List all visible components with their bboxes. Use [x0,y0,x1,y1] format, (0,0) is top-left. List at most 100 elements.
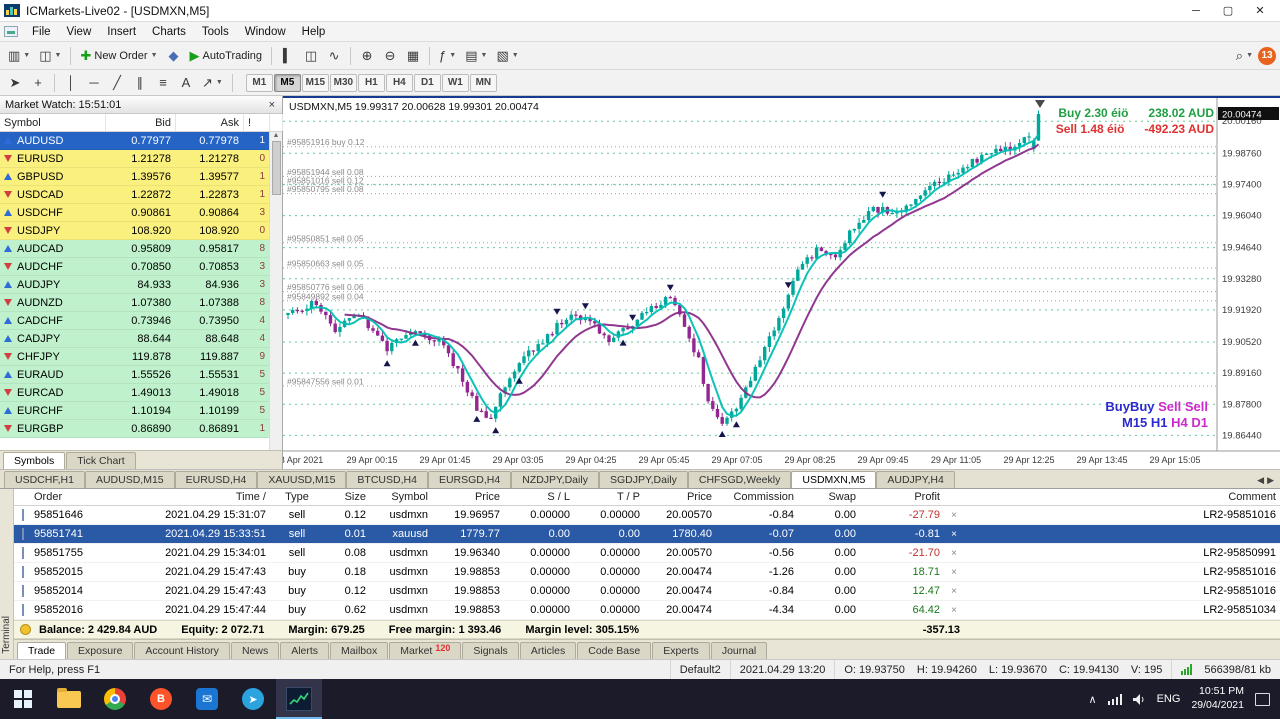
timeframe-button-m30[interactable]: M30 [330,74,357,92]
crosshair-icon[interactable]: + [27,72,49,94]
market-watch-row-audcad[interactable]: AUDCAD0.958090.958178 [0,240,269,258]
timeframe-button-w1[interactable]: W1 [442,74,469,92]
terminal-tab-market[interactable]: Market120 [389,642,461,659]
market-watch-row-eurchf[interactable]: EURCHF1.101941.101995 [0,402,269,420]
terminal-col-tp[interactable]: T / P [574,491,644,503]
chart-tab[interactable]: USDCHF,H1 [4,471,85,488]
restore-icon[interactable]: ▢ [1212,1,1244,21]
terminal-tab-experts[interactable]: Experts [652,642,710,659]
chart-candles-icon[interactable]: ◫ [300,45,322,67]
terminal-tab-signals[interactable]: Signals [462,642,518,659]
chart-window-icon[interactable] [4,26,18,37]
chart-bars-icon[interactable]: ▍ [277,45,299,67]
chart-window[interactable]: 20.0016019.9876019.9740019.9604019.94640… [283,96,1280,469]
close-order-icon[interactable]: × [944,510,964,521]
close-order-icon[interactable]: × [944,529,964,540]
timeframe-button-mn[interactable]: MN [470,74,497,92]
chart-tab[interactable]: EURSGD,H4 [428,471,511,488]
templates-icon[interactable]: ▧▼ [492,45,522,67]
market-watch-row-eurgbp[interactable]: EURGBP0.868900.868911 [0,420,269,438]
menu-item-view[interactable]: View [59,22,100,41]
terminal-tab-journal[interactable]: Journal [711,642,767,659]
timeframe-button-h1[interactable]: H1 [358,74,385,92]
arrow-objects-icon[interactable]: ↗▼ [198,72,227,94]
terminal-col-sl[interactable]: S / L [504,491,574,503]
notifications-badge[interactable]: 13 [1258,47,1276,65]
mail-button[interactable]: ✉ [184,679,230,719]
tabs-scroll-right-icon[interactable]: ▶ [1267,475,1274,486]
market-watch-row-eurcad[interactable]: EURCAD1.490131.490185 [0,384,269,402]
start-button[interactable] [0,679,46,719]
minimize-icon[interactable]: ─ [1180,1,1212,21]
order-row[interactable]: 958520142021.04.29 15:47:43buy0.12usdmxn… [14,582,1280,601]
order-row[interactable]: 958517412021.04.29 15:33:51sell0.01xauus… [14,525,1280,544]
menu-item-window[interactable]: Window [237,22,294,41]
terminal-col-comment[interactable]: Comment [964,491,1280,503]
mw-col-spread[interactable]: ! [244,114,270,131]
chart-tab[interactable]: AUDJPY,H4 [876,471,954,488]
close-icon[interactable]: ✕ [1244,1,1276,21]
new-order-button[interactable]: ✚New Order▼ [76,45,161,67]
brave-button[interactable]: B [138,679,184,719]
order-row[interactable]: 958516462021.04.29 15:31:07sell0.12usdmx… [14,506,1280,525]
periods-icon[interactable]: ▤▼ [461,45,491,67]
market-watch-row-audnzd[interactable]: AUDNZD1.073801.073888 [0,294,269,312]
market-watch-row-usdcad[interactable]: USDCAD1.228721.228731 [0,186,269,204]
market-watch-row-audchf[interactable]: AUDCHF0.708500.708533 [0,258,269,276]
terminal-tab-trade[interactable]: Trade [17,642,66,659]
terminal-col-symbol[interactable]: Symbol [370,491,432,503]
chart-tab[interactable]: BTCUSD,H4 [346,471,428,488]
market-watch-tab-tick-chart[interactable]: Tick Chart [66,452,135,469]
market-watch-row-usdjpy[interactable]: USDJPY108.920108.9200 [0,222,269,240]
terminal-col-swap[interactable]: Swap [798,491,860,503]
terminal-col-order[interactable]: Order [30,491,122,503]
network-icon[interactable] [1108,694,1122,705]
terminal-tab-news[interactable]: News [231,642,279,659]
timeframe-button-m5[interactable]: M5 [274,74,301,92]
market-watch-tab-symbols[interactable]: Symbols [3,452,65,469]
market-watch-row-audusd[interactable]: AUDUSD0.779770.779781 [0,132,269,150]
mw-col-symbol[interactable]: Symbol [0,114,106,131]
indicators-icon[interactable]: ƒ▼ [435,45,460,67]
file-explorer-button[interactable] [46,679,92,719]
autotrading-button[interactable]: ▶AutoTrading [186,45,267,67]
market-watch-row-usdchf[interactable]: USDCHF0.908610.908643 [0,204,269,222]
market-watch-row-gbpusd[interactable]: GBPUSD1.395761.395771 [0,168,269,186]
menu-item-insert[interactable]: Insert [99,22,144,41]
market-watch-close-icon[interactable]: × [267,99,277,111]
market-watch-row-audjpy[interactable]: AUDJPY84.93384.9363 [0,276,269,294]
channel-icon[interactable]: ∥ [129,72,151,94]
timeframe-button-m15[interactable]: M15 [302,74,329,92]
scroll-up-icon[interactable]: ▲ [273,132,280,139]
terminal-tab-code-base[interactable]: Code Base [577,642,651,659]
volume-icon[interactable] [1133,694,1146,705]
telegram-button[interactable]: ➤ [230,679,276,719]
chart-line-icon[interactable]: ∿ [323,45,345,67]
market-watch-row-eurusd[interactable]: EURUSD1.212781.212780 [0,150,269,168]
tabs-scroll-left-icon[interactable]: ◀ [1257,475,1264,486]
tray-chevron-icon[interactable]: ∧ [1089,693,1097,706]
timeframe-button-d1[interactable]: D1 [414,74,441,92]
zoom-in-icon[interactable]: ⊕ [356,45,378,67]
language-indicator[interactable]: ENG [1157,693,1181,705]
trendline-icon[interactable]: ╱ [106,72,128,94]
chrome-button[interactable] [92,679,138,719]
market-watch-row-euraud[interactable]: EURAUD1.555261.555315 [0,366,269,384]
search-icon[interactable]: ⌕▼ [1232,45,1257,67]
scrollbar-thumb[interactable] [272,141,281,195]
status-profile[interactable]: Default2 [671,660,731,679]
terminal-tab-mailbox[interactable]: Mailbox [330,642,388,659]
market-watch-scrollbar[interactable]: ▲ [269,132,282,450]
chart-tab[interactable]: SGDJPY,Daily [599,471,688,488]
chart-tab[interactable]: CHFSGD,Weekly [688,471,791,488]
zoom-out-icon[interactable]: ⊖ [379,45,401,67]
order-row[interactable]: 958517552021.04.29 15:34:01sell0.08usdmx… [14,544,1280,563]
close-order-icon[interactable]: × [944,605,964,616]
close-order-icon[interactable]: × [944,567,964,578]
terminal-tab-exposure[interactable]: Exposure [67,642,133,659]
terminal-col-price[interactable]: Price [432,491,504,503]
terminal-col-type[interactable]: Type [270,491,324,503]
terminal-col-commission[interactable]: Commission [716,491,798,503]
market-watch-row-cadjpy[interactable]: CADJPY88.64488.6484 [0,330,269,348]
timeframe-button-h4[interactable]: H4 [386,74,413,92]
